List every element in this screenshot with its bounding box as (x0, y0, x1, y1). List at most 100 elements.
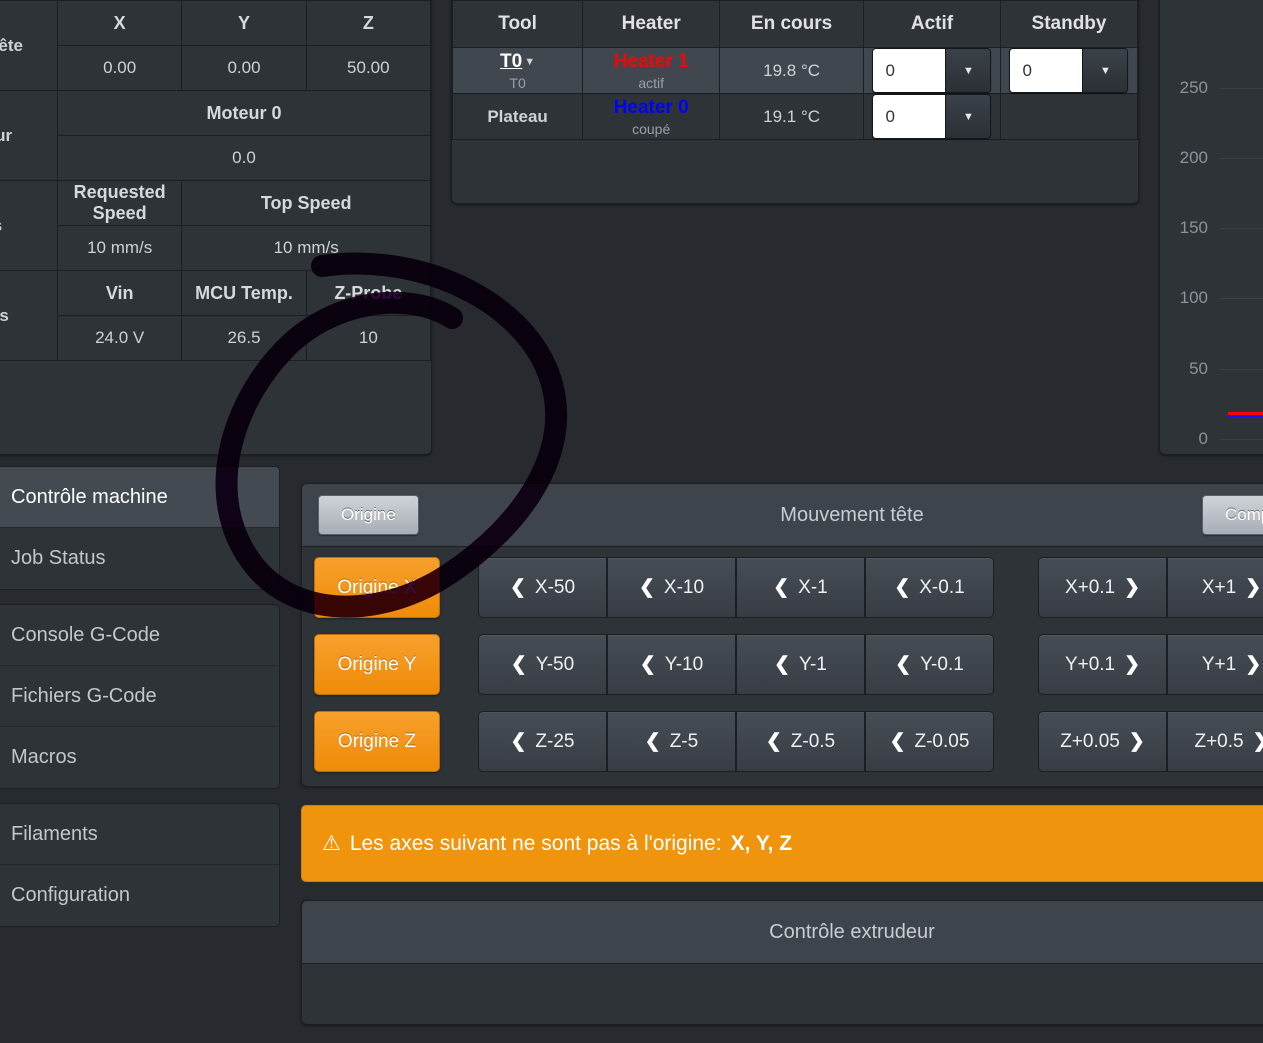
sidebar-item-job-status[interactable]: Job Status (0, 528, 279, 589)
warning-text: Les axes suivant ne sont pas à l'origine… (349, 831, 722, 855)
chevron-right-icon: ❯ (1245, 654, 1262, 675)
temperature-chart-plot[interactable]: 250 200 150 100 50 0 (1160, 0, 1263, 448)
active-temp-cell-heater1: ▼ (862, 47, 1001, 94)
jog-plus-group-x: X+0.1❯ X+1❯ X+10❯ (1038, 557, 1263, 618)
chevron-down-icon[interactable]: ▼ (524, 56, 535, 68)
chevron-left-icon: ❮ (644, 731, 661, 752)
active-temp-input-heater1[interactable] (873, 49, 946, 92)
jog-z-minus-0-05[interactable]: ❮ Z-0.05 (865, 711, 994, 772)
chevron-left-icon: ❮ (765, 731, 782, 752)
table-row: 0.00 0.00 50.00 (0, 45, 431, 91)
auto-compensation-button[interactable]: Compensation aut (1202, 495, 1263, 535)
heater-cell-0[interactable]: Heater 0 coupé (582, 93, 721, 140)
jog-plus-group-y: Y+0.1❯ Y+1❯ Y+10❯ (1038, 634, 1263, 695)
col-header-z: Z (305, 0, 431, 46)
heater-state-1: actif (638, 74, 665, 91)
warning-axes: X, Y, Z (730, 831, 793, 855)
ytick-label-0: 0 (1198, 429, 1208, 448)
jog-x-minus-1[interactable]: ❮ X-1 (736, 557, 865, 618)
heater-cell-1[interactable]: Heater 1 actif (582, 47, 721, 94)
col-header-tool: Tool (452, 0, 584, 48)
row-label-speeds: Speeds (0, 180, 58, 271)
jog-x-minus-0-1[interactable]: ❮ X-0.1 (865, 557, 994, 618)
sidebar-item-gcode-console[interactable]: Console G-Code (0, 605, 279, 666)
head-movement-title: Mouvement tête (780, 503, 924, 526)
extruder-control-header: Contrôle extrudeur (302, 901, 1263, 964)
jog-label: Z+0.05 (1060, 730, 1120, 752)
jog-x-minus-10[interactable]: ❮ X-10 (607, 557, 736, 618)
jog-x-plus-0-1[interactable]: X+0.1 ❯ (1038, 557, 1167, 618)
chevron-left-icon: ❮ (773, 577, 790, 598)
value-z: 50.00 (305, 45, 431, 91)
tool-name-t0[interactable]: T0 (500, 51, 522, 72)
value-motor0: 0.0 (57, 135, 431, 181)
ytick-label-200: 200 (1179, 148, 1208, 167)
col-header-vin: Vin (56, 270, 183, 316)
jog-y-minus-0-1[interactable]: ❮ Y-0.1 (865, 634, 994, 695)
jog-z-plus-0-5[interactable]: Z+0.5 ❯ (1167, 711, 1263, 772)
home-y-button[interactable]: Origine Y (314, 634, 440, 695)
sidebar-item-gcode-files[interactable]: Fichiers G-Code (0, 666, 279, 727)
axes-not-homed-warning: ⚠ Les axes suivant ne sont pas à l'origi… (301, 805, 1263, 882)
ytick-label-50: 50 (1189, 359, 1208, 378)
home-all-button[interactable]: Origine (318, 495, 419, 535)
active-temp-spinner-heater1[interactable]: ▼ (872, 48, 992, 93)
jog-z-minus-5[interactable]: ❮ Z-5 (607, 711, 736, 772)
gridline-250 (1220, 88, 1263, 89)
jog-y-plus-1[interactable]: Y+1 ❯ (1167, 634, 1263, 695)
jog-x-minus-50[interactable]: ❮ X-50 (478, 557, 607, 618)
jog-y-minus-50[interactable]: ❮ Y-50 (478, 634, 607, 695)
sidebar-item-macros[interactable]: Macros (0, 727, 279, 788)
jog-label: Y-50 (535, 653, 575, 675)
table-row-tool-t0: T0▼ T0 Heater 1 actif 19.8 °C ▼ (452, 47, 1138, 94)
heater-state-0: coupé (632, 120, 671, 137)
chevron-right-icon: ❯ (1128, 731, 1145, 752)
jog-label: Z-0.5 (790, 730, 836, 752)
chevron-left-icon: ❮ (510, 731, 527, 752)
value-x: 0.00 (56, 45, 183, 91)
chevron-left-icon: ❮ (894, 577, 911, 598)
sidebar-item-machine-control[interactable]: Contrôle machine (0, 467, 279, 528)
col-header-active: Actif (862, 0, 1001, 48)
jog-label: Y-0.1 (920, 653, 964, 675)
standby-temp-cell-heater1: ▼ (999, 47, 1138, 94)
active-temp-spinner-heater0[interactable]: ▼ (872, 94, 992, 139)
jog-y-minus-10[interactable]: ❮ Y-10 (607, 634, 736, 695)
home-x-button[interactable]: Origine X (314, 557, 440, 618)
standby-temp-cell-heater0 (999, 93, 1138, 140)
heater-name-0[interactable]: Heater 0 (614, 97, 689, 118)
tool-sub-t0: T0 (509, 74, 526, 91)
standby-temp-dropdown-heater1[interactable]: ▼ (1082, 49, 1128, 92)
value-top-speed: 10 mm/s (181, 225, 431, 271)
jog-label: Y-1 (799, 653, 827, 675)
jog-z-plus-0-05[interactable]: Z+0.05 ❯ (1038, 711, 1167, 772)
jog-y-minus-1[interactable]: ❮ Y-1 (736, 634, 865, 695)
sidebar-item-label: Configuration (11, 884, 130, 906)
chevron-left-icon: ❮ (509, 577, 526, 598)
warning-triangle-icon: ⚠ (322, 832, 341, 855)
active-temp-input-heater0[interactable] (873, 95, 946, 138)
jog-label: Z-25 (535, 730, 575, 752)
standby-temp-input-heater1[interactable] (1010, 49, 1083, 92)
active-temp-dropdown-heater0[interactable]: ▼ (945, 95, 991, 138)
jog-x-plus-1[interactable]: X+1 ❯ (1167, 557, 1263, 618)
jog-label: Y-10 (664, 653, 704, 675)
tool-cell-t0[interactable]: T0 ▼ T0 (452, 47, 584, 94)
standby-temp-spinner-heater1[interactable]: ▼ (1009, 48, 1129, 93)
jog-label: Y+0.1 (1064, 653, 1116, 675)
sidebar: Contrôle machine Job Status Console G-Co… (0, 466, 280, 941)
sidebar-item-configuration[interactable]: Configuration (0, 865, 279, 926)
active-temp-dropdown-heater1[interactable]: ▼ (945, 49, 991, 92)
gridline-50 (1220, 369, 1263, 370)
jog-y-plus-0-1[interactable]: Y+0.1 ❯ (1038, 634, 1167, 695)
tool-cell-bed[interactable]: Plateau (452, 93, 584, 140)
jog-z-minus-0-5[interactable]: ❮ Z-0.5 (736, 711, 865, 772)
jog-z-minus-25[interactable]: ❮ Z-25 (478, 711, 607, 772)
sidebar-item-filaments[interactable]: Filaments (0, 804, 279, 865)
chevron-right-icon: ❯ (1253, 730, 1263, 753)
home-z-button[interactable]: Origine Z (314, 711, 440, 772)
jog-label: X+0.1 (1064, 576, 1116, 598)
jog-label: Z+0.5 (1194, 730, 1244, 752)
heater-name-1[interactable]: Heater 1 (614, 51, 689, 72)
table-row: Extrudeur Moteur 0 (0, 90, 431, 181)
